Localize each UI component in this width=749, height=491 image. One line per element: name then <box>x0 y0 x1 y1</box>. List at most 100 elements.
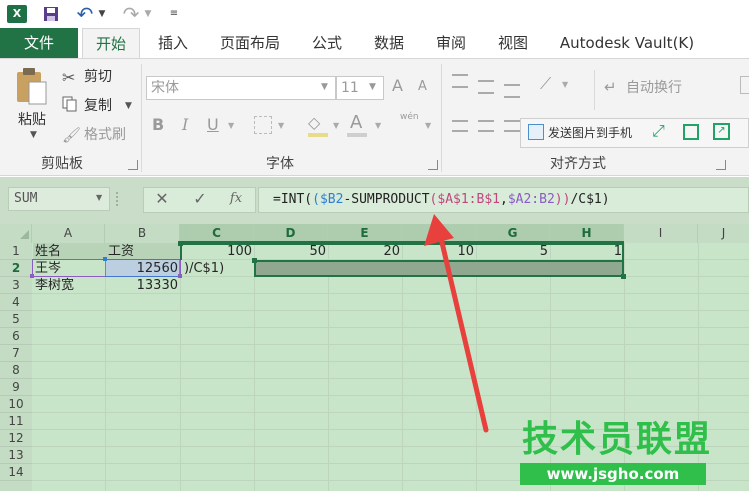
underline-button[interactable]: U <box>207 115 219 134</box>
tab-formulas[interactable]: 公式 <box>304 28 350 58</box>
row-header-13[interactable]: 13 <box>0 447 32 464</box>
paste-icon[interactable] <box>14 66 48 108</box>
cell-D1[interactable]: 50 <box>254 243 328 260</box>
customize-toolbar-icon[interactable]: ≡ <box>168 4 180 24</box>
expand-icon[interactable]: ⤢ <box>652 121 665 141</box>
insert-function-button[interactable]: fx <box>224 187 248 211</box>
row-header-9[interactable]: 9 <box>0 379 32 396</box>
name-box-dropdown-icon[interactable]: ▼ <box>96 193 102 202</box>
col-header-A[interactable]: A <box>32 224 105 243</box>
row-header-11[interactable]: 11 <box>0 413 32 430</box>
align-right-icon[interactable] <box>504 120 520 132</box>
wrap-text-button[interactable]: 自动换行 <box>626 78 682 98</box>
align-left-icon[interactable] <box>452 120 468 132</box>
tab-home[interactable]: 开始 <box>82 28 140 58</box>
orientation-icon[interactable]: ⟋ <box>540 74 551 94</box>
redo-dropdown-icon[interactable]: ▼ <box>142 4 154 24</box>
borders-icon[interactable] <box>254 116 272 134</box>
send-image-button[interactable]: 发送图片到手机 <box>548 124 632 142</box>
grow-font-icon[interactable]: A <box>392 76 403 95</box>
tab-file[interactable]: 文件 <box>0 28 78 58</box>
cell-C2-editing[interactable]: )/C$1) <box>184 260 224 277</box>
cell-H1[interactable]: 1 <box>550 243 624 260</box>
font-size-combo[interactable]: 11 <box>336 76 384 100</box>
wrap-text-icon[interactable]: ↵ <box>604 78 617 96</box>
copy-dropdown-icon[interactable]: ▼ <box>125 101 132 111</box>
row-header-6[interactable]: 6 <box>0 328 32 345</box>
save-image-icon[interactable] <box>683 124 699 140</box>
undo-dropdown-icon[interactable]: ▼ <box>96 4 108 24</box>
row-header-8[interactable]: 8 <box>0 362 32 379</box>
tab-review[interactable]: 审阅 <box>428 28 474 58</box>
merge-icon[interactable] <box>740 76 749 94</box>
underline-dropdown-icon[interactable]: ▼ <box>228 121 234 130</box>
tab-data[interactable]: 数据 <box>366 28 412 58</box>
clipboard-launcher-icon[interactable] <box>128 160 138 170</box>
row-header-4[interactable]: 4 <box>0 294 32 311</box>
font-color-dropdown-icon[interactable]: ▼ <box>375 121 381 130</box>
top-align-icon[interactable] <box>452 74 468 88</box>
font-name-dropdown-icon[interactable]: ▼ <box>321 82 328 92</box>
formula-input[interactable]: =INT(($B2-SUMPRODUCT($A$1:B$1,$A2:B2))/C… <box>258 187 749 213</box>
cell-E1[interactable]: 20 <box>328 243 402 260</box>
cut-button[interactable]: 剪切 <box>84 67 112 87</box>
font-size-dropdown-icon[interactable]: ▼ <box>369 82 376 92</box>
col-header-I[interactable]: I <box>624 224 698 243</box>
format-painter-icon[interactable]: 🖌 <box>62 126 81 144</box>
redo-icon[interactable]: ↷ <box>120 4 142 24</box>
font-color-icon[interactable]: A <box>350 112 362 133</box>
row-header-3[interactable]: 3 <box>0 277 32 294</box>
fill-handle[interactable] <box>621 274 626 279</box>
cell-A3[interactable]: 李树宽 <box>35 277 74 294</box>
enter-button[interactable]: ✓ <box>188 187 212 211</box>
undo-icon[interactable]: ↶ <box>74 4 96 24</box>
row-header-10[interactable]: 10 <box>0 396 32 413</box>
italic-button[interactable]: I <box>182 115 188 134</box>
middle-align-icon[interactable] <box>478 80 494 94</box>
phonetic-dropdown-icon[interactable]: ▼ <box>425 121 431 130</box>
row-header-2[interactable]: 2 <box>0 260 32 277</box>
cell-A1[interactable]: 姓名 <box>35 243 61 260</box>
copy-button[interactable]: 复制 <box>84 96 112 116</box>
format-painter-button[interactable]: 格式刷 <box>84 125 126 145</box>
cancel-button[interactable]: ✕ <box>150 187 174 211</box>
cell-A2[interactable]: 王岑 <box>35 260 61 277</box>
fill-color-dropdown-icon[interactable]: ▼ <box>333 121 339 130</box>
name-box[interactable]: SUM <box>8 187 110 211</box>
col-header-J[interactable]: J <box>698 224 749 243</box>
tab-autodesk-vault[interactable]: Autodesk Vault(K) <box>552 28 702 58</box>
save-icon[interactable] <box>40 4 62 24</box>
borders-dropdown-icon[interactable]: ▼ <box>278 121 284 130</box>
row-header-12[interactable]: 12 <box>0 430 32 447</box>
copy-icon[interactable] <box>62 96 77 112</box>
bottom-align-icon[interactable] <box>504 84 520 98</box>
phonetic-guide-icon[interactable]: wén <box>400 112 419 122</box>
row-header-7[interactable]: 7 <box>0 345 32 362</box>
cell-C1[interactable]: 100 <box>180 243 254 260</box>
fill-color-icon[interactable]: ◇ <box>308 113 320 132</box>
bold-button[interactable]: B <box>152 115 164 134</box>
paste-dropdown-icon[interactable]: ▼ <box>30 130 37 140</box>
orientation-dropdown-icon[interactable]: ▼ <box>562 80 568 89</box>
shrink-font-icon[interactable]: A <box>418 79 427 94</box>
row-header-14[interactable]: 14 <box>0 464 32 481</box>
share-icon[interactable]: ↗ <box>713 123 730 140</box>
tab-view[interactable]: 视图 <box>490 28 536 58</box>
formula-bar-grip[interactable] <box>116 192 120 206</box>
tab-page-layout[interactable]: 页面布局 <box>212 28 288 58</box>
col-header-B[interactable]: B <box>105 224 180 243</box>
row-header-5[interactable]: 5 <box>0 311 32 328</box>
cell-B1[interactable]: 工资 <box>108 243 134 260</box>
cell-B3[interactable]: 13330 <box>105 277 180 294</box>
alignment-launcher-icon[interactable] <box>716 160 726 170</box>
font-name-combo[interactable]: 宋体 <box>146 76 336 100</box>
range-handle[interactable] <box>30 274 34 278</box>
tab-insert[interactable]: 插入 <box>150 28 196 58</box>
font-launcher-icon[interactable] <box>428 160 438 170</box>
scissors-icon[interactable]: ✂ <box>62 68 75 87</box>
cell-B2[interactable]: 12560 <box>105 260 180 277</box>
paste-button[interactable]: 粘贴 <box>14 110 50 130</box>
phone-image-icon[interactable] <box>528 124 544 140</box>
align-center-icon[interactable] <box>478 120 494 132</box>
row-header-1[interactable]: 1 <box>0 243 32 260</box>
